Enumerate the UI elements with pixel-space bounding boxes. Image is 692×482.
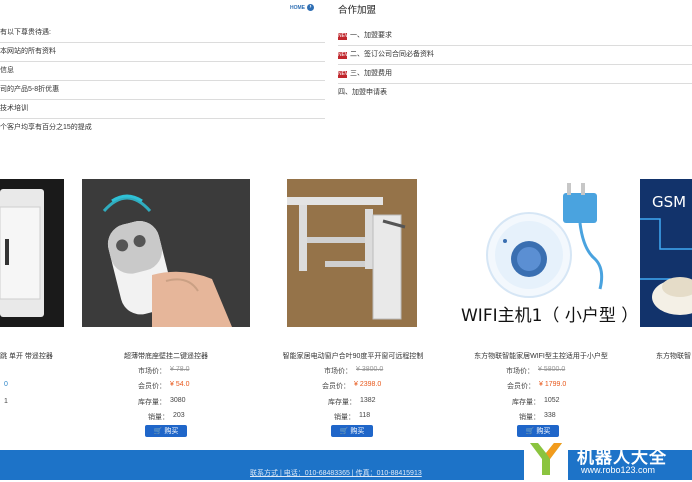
product-name[interactable]: 东方物联智能家居WIFI型主控适用于小户型: [462, 351, 620, 361]
product-image-remote[interactable]: [82, 179, 250, 327]
cooperation-item-label[interactable]: 一、加盟要求: [350, 27, 392, 45]
list-item: 有以下尊贵待遇:: [0, 24, 325, 43]
list-item: 个客户均享有百分之15的提成: [0, 124, 92, 131]
list-item: 本网站的所有资料: [0, 43, 325, 62]
sales-row: 销量： 338: [519, 412, 556, 421]
new-badge-icon: NEW: [338, 51, 350, 59]
buy-button[interactable]: 🛒 购买: [517, 425, 559, 437]
buy-button[interactable]: 🛒 购买: [145, 425, 187, 437]
member-price: 0: [4, 381, 8, 388]
footer-contact[interactable]: 联系方式 | 电话：010-68483365 | 传真：010-88415913: [250, 468, 422, 478]
cart-icon: 🛒: [153, 428, 163, 435]
stock-row: 库存量： 1382: [328, 397, 376, 406]
site-logo[interactable]: 机器人大全 www.robo123.com: [524, 437, 692, 480]
buy-button[interactable]: 🛒 购买: [331, 425, 373, 437]
sales-row: 销量： 203: [148, 412, 185, 421]
product-name[interactable]: 智能家居电动窗户合叶90度平开窗可远程控制: [280, 351, 426, 361]
cooperation-item[interactable]: NEW 三、加盟费用: [338, 65, 692, 84]
product-name[interactable]: 跳 单开 带遥控器: [0, 351, 64, 361]
member-benefits-list: 有以下尊贵待遇: 本网站的所有资料 信息 司的产品5-8折优惠 技术培训 个客户…: [0, 24, 325, 137]
cooperation-item[interactable]: NEW 二、签订公司合同必备资料: [338, 46, 692, 65]
arrow-right-icon: ›: [307, 4, 314, 11]
new-badge-icon: NEW: [338, 70, 350, 78]
cooperation-item[interactable]: NEW 一、加盟要求: [338, 27, 692, 46]
cooperation-item[interactable]: 四、加盟申请表: [338, 84, 692, 102]
cooperation-item-label[interactable]: 二、签订公司合同必备资料: [350, 46, 434, 64]
stock: 1: [4, 398, 8, 405]
cooperation-item-label[interactable]: 四、加盟申请表: [338, 84, 387, 102]
product-name[interactable]: 超薄带底座壁挂二键遥控器: [82, 351, 250, 361]
product-image-wifi-host[interactable]: WIFI主机1（ 小户型 ）: [455, 179, 627, 327]
image-caption: WIFI主机1（ 小户型 ）: [461, 306, 627, 326]
new-badge-icon: NEW: [338, 32, 350, 40]
product-image-gsm-host[interactable]: GSM: [640, 179, 692, 327]
member-price-row: 会员价： ¥ 54.0: [138, 381, 190, 390]
image-caption: GSM: [652, 193, 686, 211]
product-image-window-opener[interactable]: [287, 179, 417, 327]
logo-url: www.robo123.com: [581, 465, 656, 475]
cart-icon: 🛒: [525, 428, 535, 435]
cooperation-title: 合作加盟: [338, 5, 377, 16]
member-price-row: 会员价： ¥ 2398.0: [322, 381, 382, 390]
product-name[interactable]: 东方物联智: [656, 351, 692, 361]
home-link[interactable]: HOME ›: [290, 4, 314, 11]
list-item: 信息: [0, 62, 325, 81]
stock-row: 库存量： 3080: [138, 397, 186, 406]
home-label: HOME: [290, 4, 305, 11]
product-image-wall-switch[interactable]: [0, 179, 64, 327]
member-price-row: 会员价： ¥ 1799.0: [507, 381, 567, 390]
stock-row: 库存量： 1052: [512, 397, 560, 406]
market-price-row: 市场价： ¥ 3800.0: [324, 366, 384, 375]
market-price-row: 市场价： ¥ 78.0: [138, 366, 190, 375]
list-item: 司的产品5-8折优惠: [0, 81, 325, 100]
sales-row: 销量： 118: [334, 412, 371, 421]
cart-icon: 🛒: [339, 428, 349, 435]
cooperation-item-label[interactable]: 三、加盟费用: [350, 65, 392, 83]
list-item: 技术培训: [0, 100, 325, 119]
robot-logo-icon: [524, 437, 568, 480]
cooperation-list: NEW 一、加盟要求 NEW 二、签订公司合同必备资料 NEW 三、加盟费用 四…: [338, 27, 692, 102]
market-price-row: 市场价： ¥ 5800.0: [506, 366, 566, 375]
